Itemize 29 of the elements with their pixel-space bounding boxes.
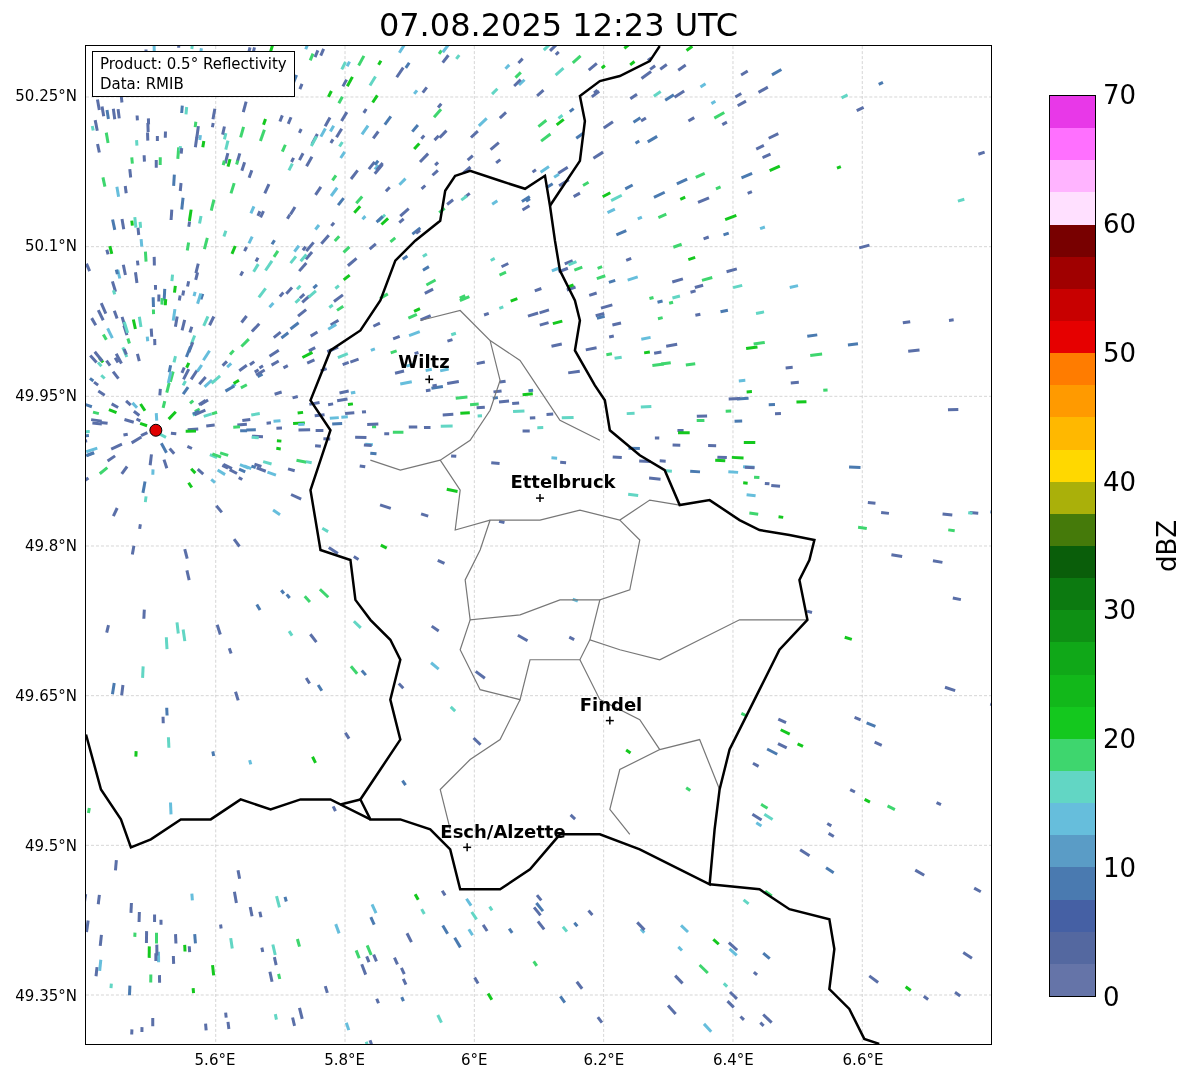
colorbar-tick-label: 0 [1103, 982, 1120, 1012]
city-label: Ettelbruck [510, 472, 616, 492]
city-label: Findel [579, 695, 643, 715]
longitude-label: 6.6°E [842, 1051, 884, 1069]
latitude-label: 49.95°N [15, 387, 77, 405]
longitude-label: 5.8°E [324, 1051, 365, 1069]
latitude-label: 49.65°N [15, 687, 77, 705]
colorbar-tick-label: 20 [1103, 724, 1137, 755]
colorbar-tick-label: 10 [1103, 853, 1137, 884]
city-label: Esch/Alzette [440, 822, 566, 842]
latitude-label: 49.8°N [24, 537, 77, 555]
latitude-label: 49.35°N [15, 987, 77, 1005]
colorbar-tick-label: 70 [1103, 80, 1137, 110]
info-text: Data: RMIB [100, 74, 185, 94]
colorbar-tick-label: 50 [1103, 337, 1137, 368]
colorbar-tick-label: 40 [1103, 466, 1137, 497]
latitude-label: 50.25°N [15, 87, 77, 105]
city-label: Wiltz [398, 352, 450, 372]
colorbar-tick-label: 30 [1103, 595, 1137, 626]
longitude-label: 6.2°E [583, 1051, 625, 1069]
latitude-label: 50.1°N [24, 237, 77, 255]
longitude-label: 6.4°E [712, 1051, 754, 1069]
chart-title: 07.08.2025 12:23 UTC [377, 5, 739, 45]
colorbar-tick-label: 60 [1103, 208, 1137, 239]
longitude-label: 6°E [460, 1051, 488, 1069]
colorbar-label: dBZ [1152, 519, 1182, 573]
info-text: Product: 0.5° Reflectivity [100, 54, 287, 74]
latitude-label: 49.5°N [24, 837, 77, 855]
longitude-label: 5.6°E [194, 1051, 236, 1069]
